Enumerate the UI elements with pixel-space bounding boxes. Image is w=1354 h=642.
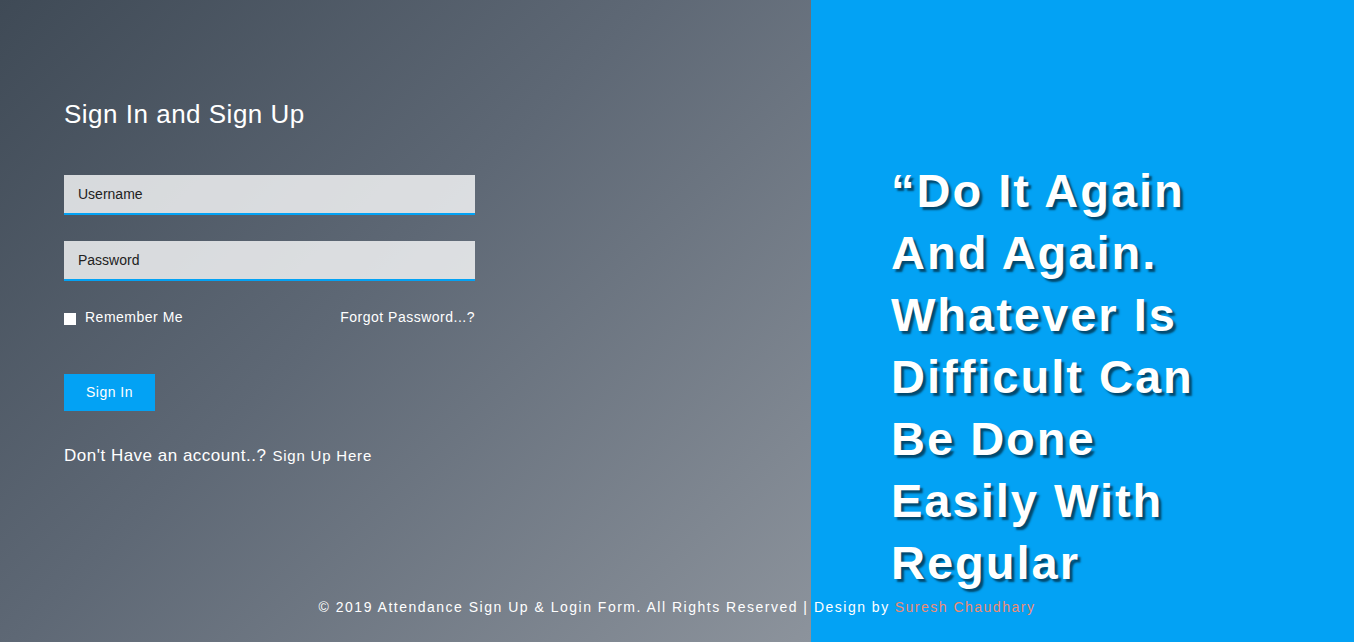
page: Sign In and Sign Up Remember Me Forgot Pas… (0, 0, 1354, 642)
sign-in-button[interactable]: Sign In (64, 374, 155, 411)
remember-me[interactable]: Remember Me (64, 307, 183, 328)
footer: © 2019 Attendance Sign Up & Login Form. … (0, 597, 1354, 618)
remember-label: Remember Me (85, 307, 183, 328)
remember-checkbox[interactable] (64, 313, 76, 325)
signup-link[interactable]: Sign Up Here (272, 445, 372, 468)
login-panel: Sign In and Sign Up Remember Me Forgot Pas… (0, 0, 811, 642)
username-input[interactable] (64, 175, 475, 215)
forgot-password-link[interactable]: Forgot Password...? (340, 307, 475, 328)
footer-author-link[interactable]: Suresh Chaudhary (895, 597, 1036, 618)
signup-prompt: Don't Have an account..? (64, 443, 266, 469)
options-row: Remember Me Forgot Password...? (64, 307, 475, 328)
quote-panel: “Do It Again And Again. Whatever Is Diff… (811, 0, 1354, 642)
signup-row: Don't Have an account..? Sign Up Here (64, 443, 811, 469)
footer-text: © 2019 Attendance Sign Up & Login Form. … (319, 597, 890, 618)
quote-text: “Do It Again And Again. Whatever Is Diff… (891, 160, 1236, 594)
form-heading: Sign In and Sign Up (64, 98, 811, 130)
password-input[interactable] (64, 241, 475, 281)
